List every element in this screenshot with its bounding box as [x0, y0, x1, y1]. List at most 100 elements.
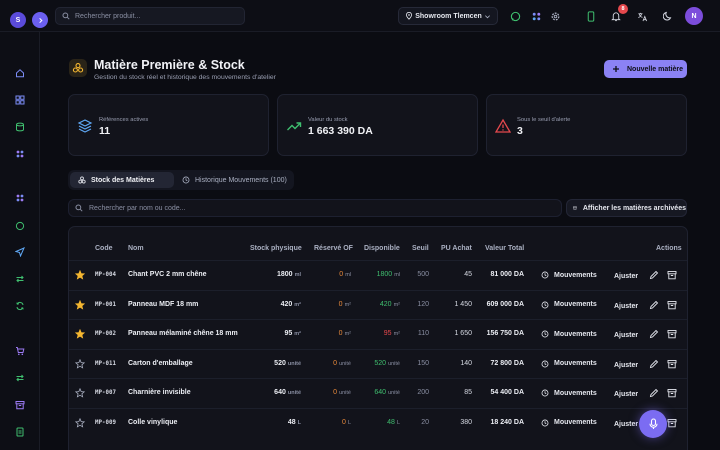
total-value: 156 750 DA: [486, 330, 524, 337]
edit-icon[interactable]: [649, 270, 659, 280]
adjust-button[interactable]: Ajuster: [614, 332, 638, 339]
stat-value: 3: [517, 125, 523, 137]
favorite-star-icon[interactable]: [75, 388, 85, 398]
new-material-button[interactable]: Nouvelle matière: [604, 60, 687, 78]
stat-value: 1 663 390 DA: [308, 125, 373, 137]
expand-sidebar-button[interactable]: [32, 12, 48, 28]
table-row[interactable]: MP-004 Chant PVC 2 mm chêne 1800 ml 0 ml 1…: [69, 260, 687, 289]
theme-toggle-button[interactable]: [661, 9, 675, 23]
alert-threshold: 150: [417, 359, 429, 367]
total-value: 81 000 DA: [490, 271, 524, 278]
edit-icon[interactable]: [649, 329, 659, 339]
stat-label: Références actives: [99, 117, 149, 123]
unit-label: ml: [294, 272, 301, 278]
sidebar-item-reports[interactable]: [14, 426, 26, 438]
archive-icon[interactable]: [667, 300, 677, 310]
show-archived-button[interactable]: Afficher les matières archivées: [566, 199, 687, 217]
stock-value: 640: [274, 389, 286, 396]
unit-price: 45: [464, 271, 472, 278]
material-name[interactable]: Charnière invisible: [128, 389, 191, 396]
adjust-button[interactable]: Ajuster: [614, 391, 638, 398]
sidebar-item-apps[interactable]: [14, 148, 26, 160]
favorite-star-icon[interactable]: [75, 329, 85, 339]
stock-physical: 420 m²: [281, 301, 301, 308]
voice-assistant-button[interactable]: [639, 410, 667, 438]
column-header-name[interactable]: Nom: [128, 245, 144, 252]
edit-icon[interactable]: [649, 388, 659, 398]
raw-material-icon: [69, 59, 87, 77]
material-name[interactable]: Chant PVC 2 mm chêne: [128, 271, 207, 278]
adjust-button[interactable]: Ajuster: [614, 421, 638, 428]
product-search-input[interactable]: Rechercher produit...: [55, 7, 245, 25]
sidebar-item-stock[interactable]: [14, 121, 26, 133]
whatsapp-button[interactable]: [508, 9, 522, 23]
sidebar-item-sync[interactable]: [14, 300, 26, 312]
tab-stock[interactable]: Stock des Matières: [70, 172, 174, 188]
settings-button[interactable]: [548, 9, 562, 23]
material-name[interactable]: Colle vinylique: [128, 419, 177, 426]
sidebar-item-messages[interactable]: [14, 220, 26, 232]
edit-icon[interactable]: [649, 359, 659, 369]
favorite-star-icon[interactable]: [75, 417, 85, 428]
material-name[interactable]: Panneau MDF 18 mm: [128, 301, 198, 308]
column-header-threshold[interactable]: Seuil: [412, 245, 429, 252]
movements-label: Mouvements: [554, 419, 597, 426]
material-search-input[interactable]: Rechercher par nom ou code...: [68, 199, 562, 217]
sidebar-item-cart[interactable]: [14, 345, 26, 357]
column-header-code[interactable]: Code: [95, 245, 113, 252]
movements-button[interactable]: Mouvements: [541, 297, 603, 313]
table-row[interactable]: MP-009 Colle vinylique 48 L 0L 48 L 20 380…: [69, 407, 687, 437]
movements-button[interactable]: Mouvements: [541, 267, 603, 283]
integrations-button[interactable]: [529, 9, 543, 23]
profile-avatar[interactable]: N: [685, 7, 703, 25]
mobile-button[interactable]: [584, 9, 598, 23]
sidebar-item-archive[interactable]: [14, 399, 26, 411]
material-name[interactable]: Panneau mélaminé chêne 18 mm: [128, 330, 238, 337]
stock-physical: 640 unité: [274, 389, 301, 396]
movements-button[interactable]: Mouvements: [541, 385, 603, 401]
stock-physical: 48 L: [288, 419, 301, 426]
language-button[interactable]: [635, 9, 649, 23]
table-row[interactable]: MP-011 Carton d'emballage 520 unité 0 unit…: [69, 348, 687, 378]
material-name[interactable]: Carton d'emballage: [128, 360, 193, 367]
history-icon: [182, 176, 190, 184]
movements-button[interactable]: Mouvements: [541, 356, 603, 372]
table-row[interactable]: MP-007 Charnière invisible 640 unité 0 uni…: [69, 378, 687, 407]
table-row[interactable]: MP-001 Panneau MDF 18 mm 420 m² 0 m² 420 m²…: [69, 289, 687, 319]
adjust-button[interactable]: Ajuster: [614, 273, 638, 280]
user-avatar[interactable]: S: [10, 12, 26, 28]
favorite-star-icon[interactable]: [75, 270, 85, 280]
column-header-total-value[interactable]: Valeur Total: [485, 245, 524, 252]
tab-history[interactable]: Historique Mouvements (100): [176, 172, 292, 188]
sidebar-item-home[interactable]: [14, 67, 26, 79]
movements-button[interactable]: Mouvements: [541, 415, 603, 431]
showroom-selector[interactable]: Showroom Tlemcen: [398, 7, 498, 25]
movements-button[interactable]: Mouvements: [541, 326, 603, 342]
adjust-button[interactable]: Ajuster: [614, 303, 638, 310]
archive-icon[interactable]: [667, 359, 677, 369]
available-stock: 1800 ml: [377, 271, 400, 278]
favorite-star-icon[interactable]: [75, 299, 85, 310]
sidebar-item-transfers[interactable]: [14, 273, 26, 285]
archive-icon[interactable]: [667, 270, 677, 280]
available-stock: 48 L: [387, 419, 400, 426]
edit-icon[interactable]: [649, 300, 659, 310]
archive-icon[interactable]: [667, 388, 677, 398]
stat-label: Valeur du stock: [308, 117, 348, 123]
column-header-reserved[interactable]: Réservé OF: [314, 245, 353, 252]
column-header-available[interactable]: Disponible: [364, 245, 400, 252]
adjust-button[interactable]: Ajuster: [614, 362, 638, 369]
archive-icon[interactable]: [667, 418, 677, 428]
stock-physical: 520 unité: [274, 360, 301, 367]
sidebar-item-exchange[interactable]: [14, 372, 26, 384]
column-header-stock[interactable]: Stock physique: [250, 245, 302, 252]
table-row[interactable]: MP-002 Panneau mélaminé chêne 18 mm 95 m²…: [69, 319, 687, 348]
favorite-star-icon[interactable]: [75, 358, 85, 369]
archive-icon[interactable]: [667, 329, 677, 339]
column-header-unit-price[interactable]: PU Achat: [441, 245, 472, 252]
sidebar-item-integrations[interactable]: [14, 192, 26, 204]
material-code: MP-009: [95, 419, 116, 426]
sidebar-item-dashboard[interactable]: [14, 94, 26, 106]
sidebar-item-send[interactable]: [14, 246, 26, 258]
refresh-icon: [16, 301, 24, 311]
